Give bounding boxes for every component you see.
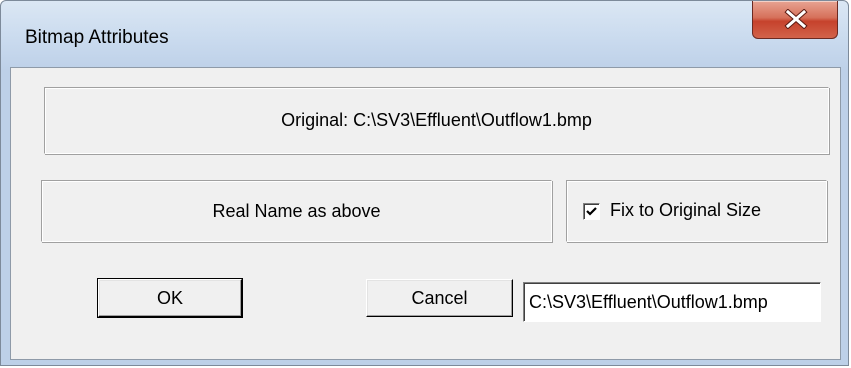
fix-size-checkbox[interactable] [583,203,600,220]
dialog-body: Original: C:\SV3\Effluent\Outflow1.bmp R… [10,67,841,360]
original-path-panel: Original: C:\SV3\Effluent\Outflow1.bmp [44,87,829,154]
title-bar[interactable]: Bitmap Attributes [1,1,848,71]
ok-button-label: OK [156,287,183,308]
path-input-value: C:\SV3\Effluent\Outflow1.bmp [529,291,768,312]
path-input[interactable]: C:\SV3\Effluent\Outflow1.bmp [523,282,821,322]
original-path-label: Original: C:\SV3\Effluent\Outflow1.bmp [281,110,592,130]
bitmap-attributes-dialog: Bitmap Attributes Original: C:\SV3\Efflu… [0,0,849,366]
real-name-panel: Real Name as above [41,180,552,242]
fix-size-label[interactable]: Fix to Original Size [610,200,761,221]
check-icon [586,207,597,216]
window-title: Bitmap Attributes [25,27,169,48]
real-name-label: Real Name as above [212,200,381,221]
cancel-button-label: Cancel [411,287,468,308]
ok-button[interactable]: OK [97,278,243,318]
cancel-button[interactable]: Cancel [366,279,513,317]
fix-size-panel[interactable]: Fix to Original Size [566,180,827,242]
close-button[interactable] [752,1,838,39]
close-icon [784,9,808,29]
